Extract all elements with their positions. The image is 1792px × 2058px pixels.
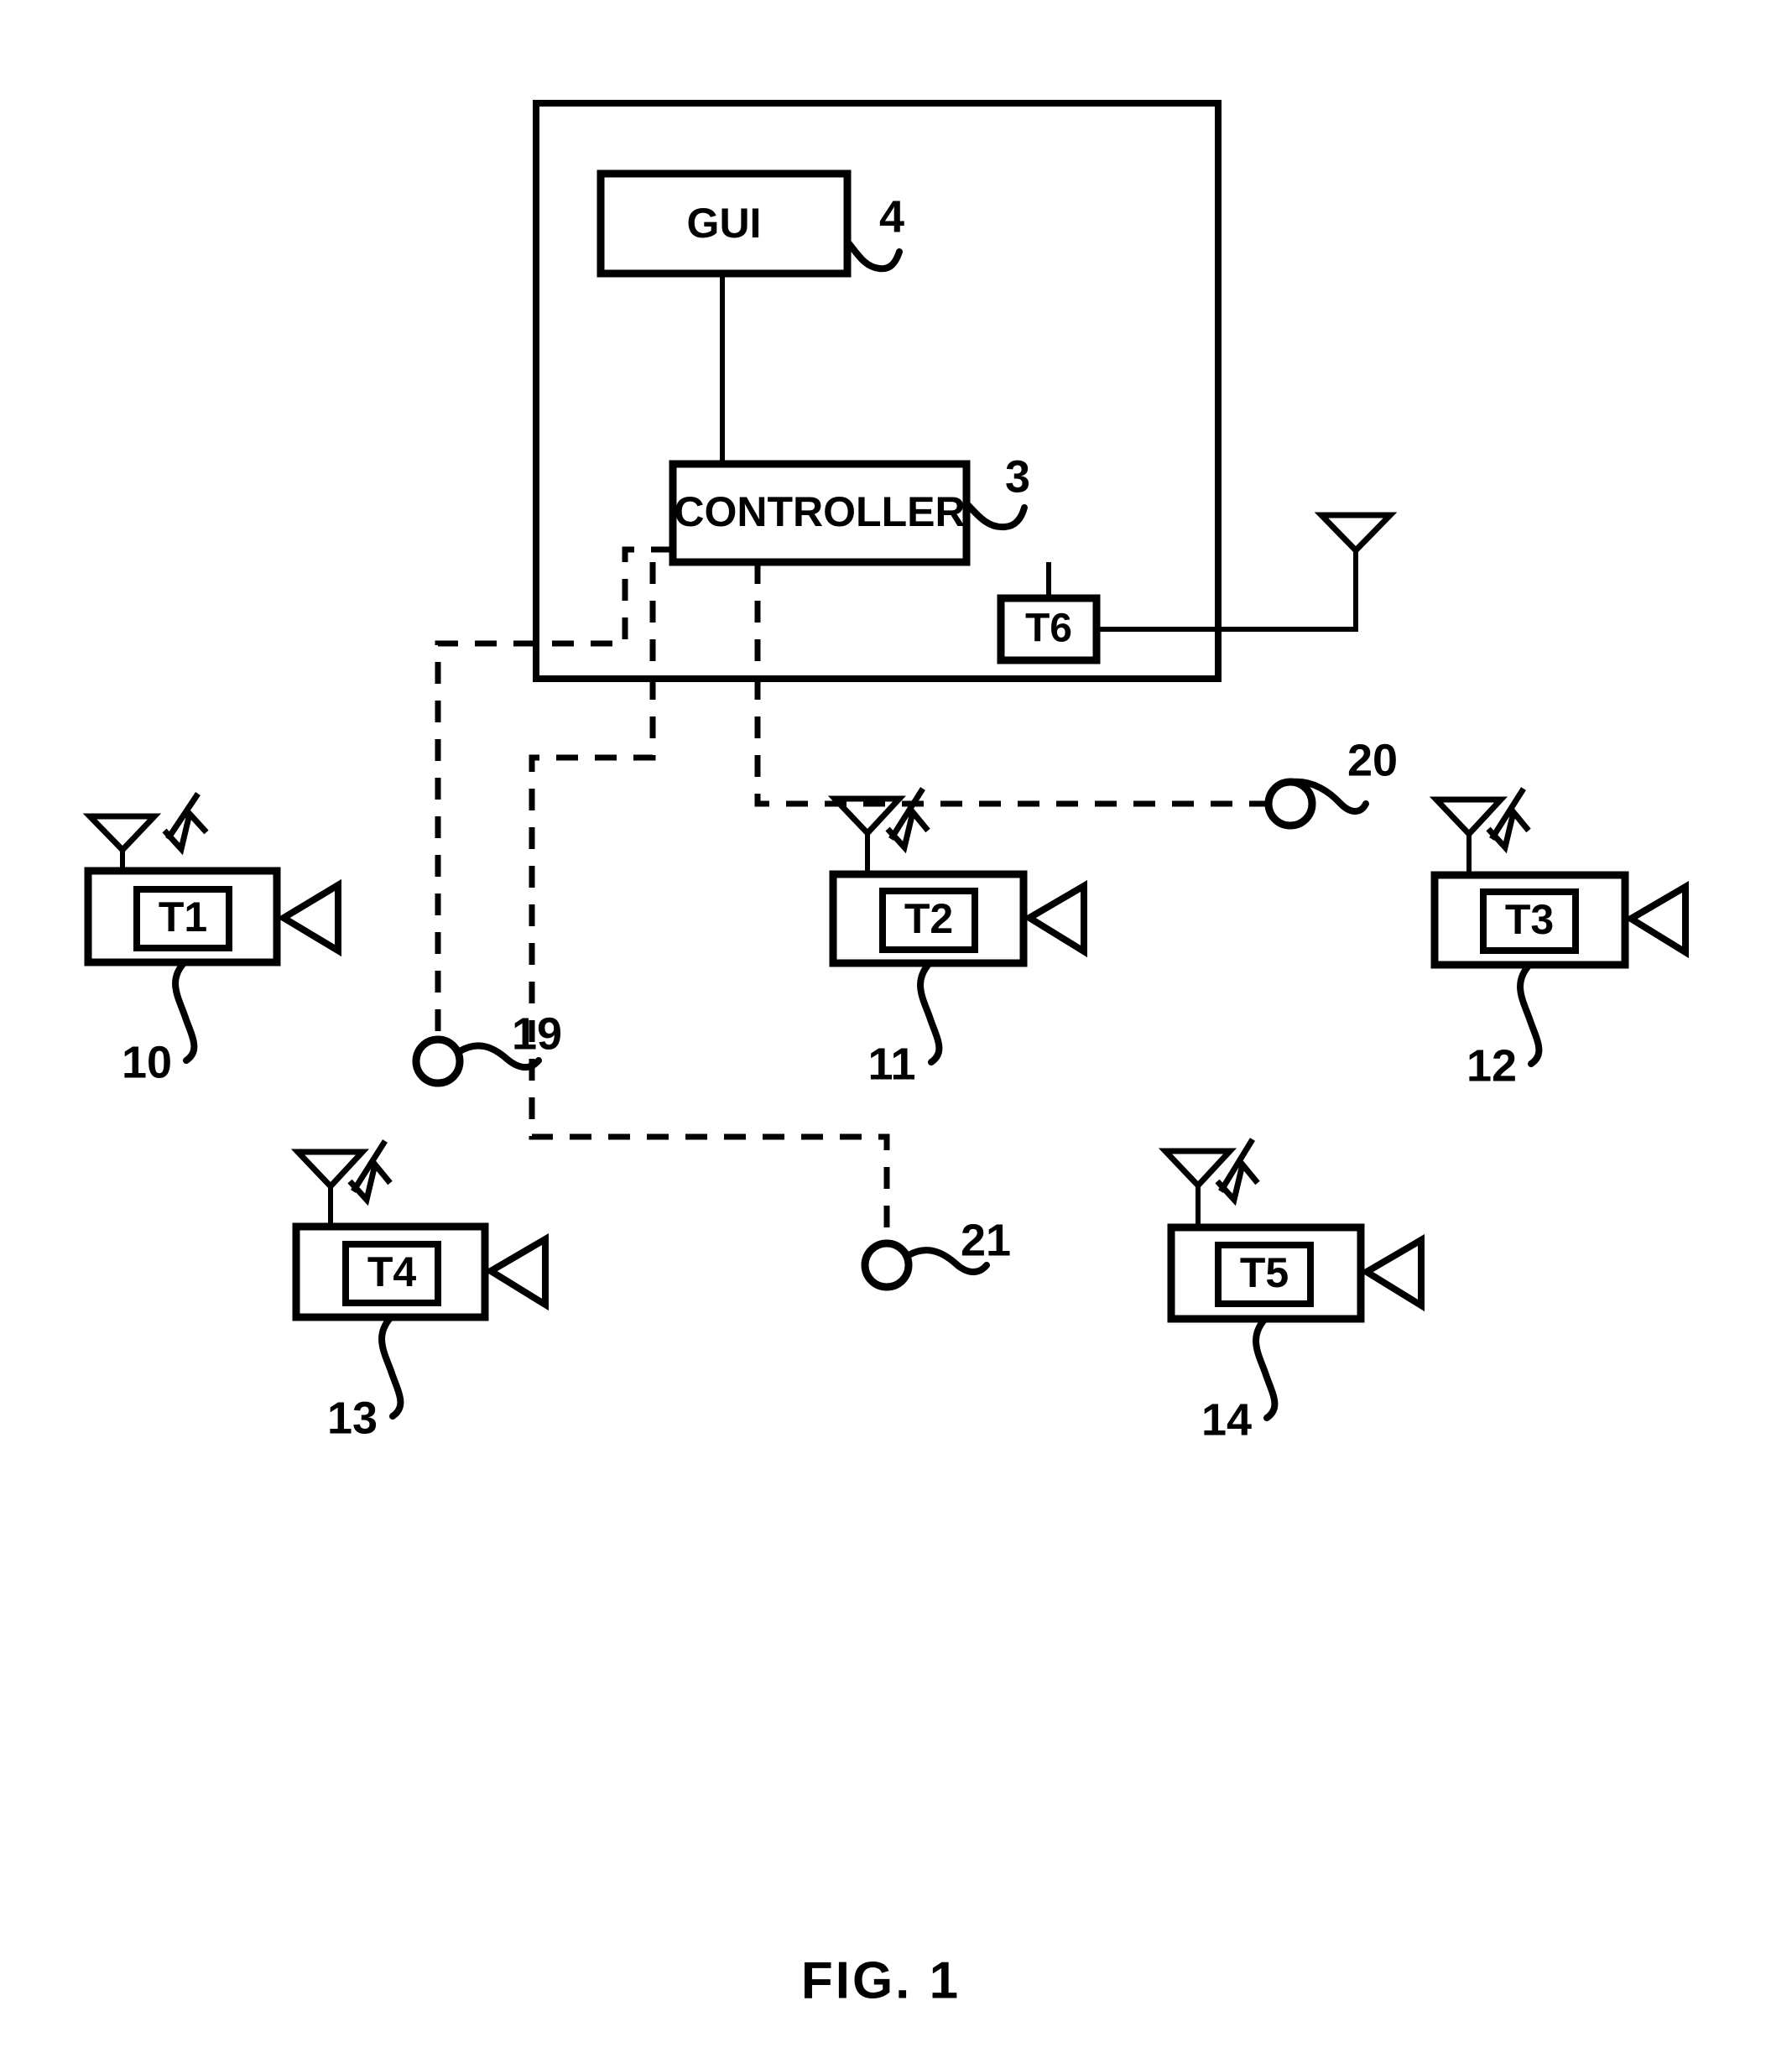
- marker-19-circle[interactable]: [412, 1035, 464, 1087]
- node-t5-reference-numeral: 14: [1201, 1394, 1252, 1445]
- node-t1-leader-line: [172, 959, 198, 1064]
- gui-reference-numeral: 4: [879, 191, 904, 242]
- node-t4-label: T4: [367, 1248, 417, 1295]
- marker-19-reference-numeral: 19: [512, 1008, 562, 1059]
- horn-speaker-icon-t1: [277, 878, 341, 957]
- marker-20-reference-numeral: 20: [1347, 735, 1398, 785]
- node-t4-leader-line: [378, 1314, 404, 1420]
- node-t4-group[interactable]: T4 13: [290, 1139, 549, 1443]
- t6-block-label: T6: [1025, 607, 1072, 651]
- figure-1-diagram: GUI 4 CONTROLLER 3 T6 19 20 21 T1 10 T2 …: [82, 100, 1689, 2009]
- node-t5-leader-line: [1253, 1316, 1279, 1421]
- patent-figure-root: GUI 4 CONTROLLER 3 T6 19 20 21 T1 10 T2 …: [0, 0, 1792, 2058]
- figure-caption: FIG. 1: [801, 1951, 961, 2009]
- node-t3-label: T3: [1505, 896, 1554, 943]
- gui-block-label: GUI: [687, 200, 762, 247]
- node-t2-reference-numeral: 11: [867, 1039, 915, 1089]
- marker-21-circle[interactable]: [861, 1239, 913, 1291]
- node-t2-group[interactable]: T2 11: [827, 787, 1087, 1089]
- horn-speaker-icon-t2: [1023, 880, 1087, 958]
- node-t2-label: T2: [904, 895, 953, 942]
- node-t3-leader-line: [1517, 961, 1543, 1067]
- antenna-icon-t1: [82, 813, 162, 855]
- node-t3-group[interactable]: T3 12: [1429, 787, 1689, 1091]
- node-t2-leader-line: [917, 960, 943, 1065]
- node-t5-label: T5: [1240, 1249, 1289, 1296]
- node-t4-reference-numeral: 13: [327, 1393, 378, 1443]
- controller-reference-numeral: 3: [1005, 451, 1030, 502]
- node-t5-group[interactable]: T5 14: [1158, 1138, 1425, 1445]
- horn-speaker-icon-t3: [1624, 881, 1689, 959]
- controller-block-label: CONTROLLER: [674, 488, 965, 535]
- node-t3-reference-numeral: 12: [1466, 1040, 1517, 1091]
- radio-wave-icon-t1: [162, 792, 209, 856]
- node-t1-label: T1: [159, 894, 207, 940]
- horn-speaker-icon-t5: [1360, 1234, 1425, 1312]
- marker-21-reference-numeral: 21: [961, 1215, 1011, 1265]
- horn-speaker-icon-t4: [484, 1233, 549, 1311]
- node-t1-reference-numeral: 10: [122, 1037, 172, 1087]
- marker-20-circle[interactable]: [1264, 778, 1316, 830]
- node-t1-group[interactable]: T1 10: [82, 792, 341, 1087]
- antenna-icon-main: [1314, 512, 1398, 555]
